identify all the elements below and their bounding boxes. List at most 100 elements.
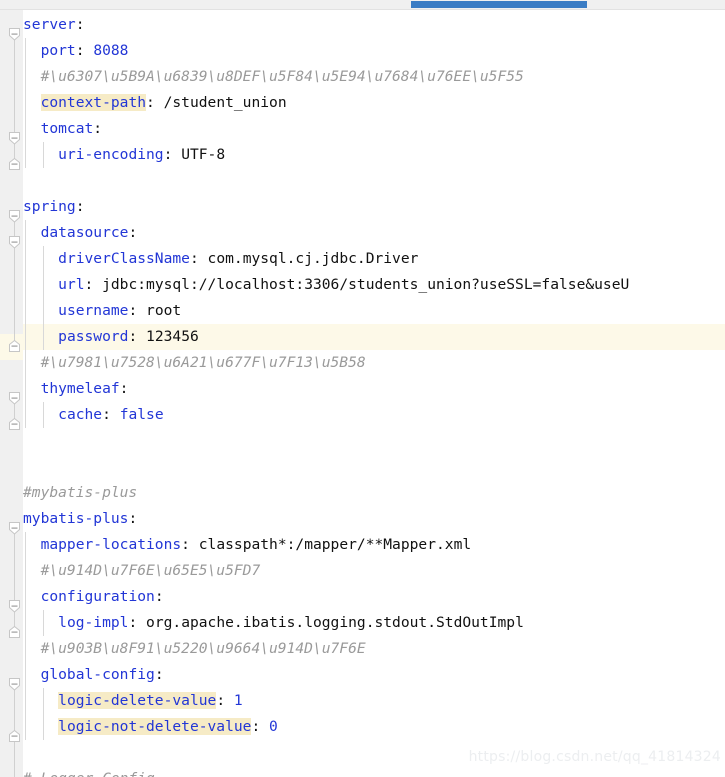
fold-end-icon[interactable] <box>8 729 21 744</box>
code-comment: # Logger Config <box>23 770 155 777</box>
indent-guide <box>25 220 26 428</box>
code-line[interactable]: username: root <box>23 298 725 324</box>
yaml-value: 0 <box>269 718 278 735</box>
code-line[interactable]: thymeleaf: <box>23 376 725 402</box>
indent-guide <box>43 142 44 168</box>
yaml-colon: : <box>128 328 138 345</box>
code-line[interactable]: tomcat: <box>23 116 725 142</box>
code-line[interactable] <box>23 454 725 480</box>
yaml-key: url <box>58 276 85 293</box>
yaml-key: context-path <box>40 94 147 111</box>
yaml-key: server <box>23 16 76 33</box>
code-line[interactable]: #mybatis-plus <box>23 480 725 506</box>
yaml-key: mybatis-plus <box>23 510 129 527</box>
yaml-key: logic-not-delete-value <box>58 718 252 735</box>
code-line[interactable]: url: jdbc:mysql://localhost:3306/student… <box>23 272 725 298</box>
yaml-colon: : <box>154 666 164 683</box>
yaml-colon: : <box>146 94 155 111</box>
horizontal-scrollbar-thumb[interactable] <box>411 1 587 8</box>
fold-collapse-icon[interactable] <box>8 677 21 692</box>
fold-shape-icon <box>9 236 20 249</box>
code-line[interactable]: uri-encoding: UTF-8 <box>23 142 725 168</box>
yaml-key: log-impl <box>58 614 129 631</box>
yaml-colon: : <box>181 536 190 553</box>
code-comment: #mybatis-plus <box>23 484 138 501</box>
code-content[interactable]: server: port: 8088 #\u6307\u5B9A\u6839\u… <box>23 10 725 777</box>
fold-collapse-icon[interactable] <box>8 521 21 536</box>
yaml-colon: : <box>189 250 199 267</box>
fold-shape-icon <box>9 678 20 691</box>
fold-shape-icon <box>9 210 20 223</box>
fold-end-icon[interactable] <box>8 157 21 172</box>
code-line[interactable]: cache: false <box>23 402 725 428</box>
fold-collapse-icon[interactable] <box>8 209 21 224</box>
yaml-colon: : <box>128 224 138 241</box>
code-line[interactable]: password: 123456 <box>23 324 725 350</box>
fold-rail <box>14 522 15 634</box>
code-line[interactable]: # Logger Config <box>23 766 725 777</box>
yaml-key: password <box>58 328 129 345</box>
yaml-colon: : <box>75 16 85 33</box>
yaml-colon: : <box>216 692 226 709</box>
code-line[interactable]: log-impl: org.apache.ibatis.logging.stdo… <box>23 610 725 636</box>
fold-shape-icon <box>9 339 20 352</box>
code-line[interactable]: server: <box>23 12 725 38</box>
yaml-value: UTF-8 <box>181 146 226 163</box>
code-editor[interactable]: server: port: 8088 #\u6307\u5B9A\u6839\u… <box>0 10 725 777</box>
yaml-value: 123456 <box>146 328 199 345</box>
code-comment: #\u903B\u8F91\u5220\u9664\u914D\u7F6E <box>40 640 366 657</box>
code-line[interactable]: configuration: <box>23 584 725 610</box>
yaml-colon: : <box>128 510 138 527</box>
indent-guide <box>25 38 26 168</box>
code-line[interactable]: #\u903B\u8F91\u5220\u9664\u914D\u7F6E <box>23 636 725 662</box>
indent-guide <box>43 246 44 350</box>
yaml-colon: : <box>75 42 85 59</box>
yaml-key: spring <box>23 198 76 215</box>
code-line[interactable] <box>23 168 725 194</box>
fold-shape-icon <box>9 132 20 145</box>
horizontal-scrollbar-track[interactable] <box>0 0 725 10</box>
yaml-colon: : <box>93 120 103 137</box>
code-line[interactable]: mapper-locations: classpath*:/mapper/**M… <box>23 532 725 558</box>
code-line[interactable]: global-config: <box>23 662 725 688</box>
fold-rail <box>14 210 15 348</box>
code-line[interactable]: context-path: /student_union <box>23 90 725 116</box>
fold-end-icon[interactable] <box>8 339 21 354</box>
code-comment: #\u914D\u7F6E\u65E5\u5FD7 <box>40 562 261 579</box>
fold-shape-icon <box>9 28 20 41</box>
yaml-key: configuration <box>40 588 155 605</box>
code-line[interactable]: datasource: <box>23 220 725 246</box>
fold-end-icon[interactable] <box>8 417 21 432</box>
fold-shape-icon <box>9 729 20 742</box>
yaml-value: /student_union <box>163 94 287 111</box>
yaml-key: logic-delete-value <box>58 692 217 709</box>
yaml-value: 1 <box>233 692 243 709</box>
indent-guide <box>43 688 44 740</box>
yaml-colon: : <box>154 588 164 605</box>
fold-end-icon[interactable] <box>8 625 21 640</box>
fold-collapse-icon[interactable] <box>8 391 21 406</box>
code-line[interactable]: port: 8088 <box>23 38 725 64</box>
fold-shape-icon <box>9 522 20 535</box>
yaml-colon: : <box>163 146 173 163</box>
yaml-key: tomcat <box>40 120 94 137</box>
code-line[interactable] <box>23 428 725 454</box>
indent-guide <box>43 402 44 428</box>
code-line[interactable]: mybatis-plus: <box>23 506 725 532</box>
fold-shape-icon <box>9 157 20 170</box>
yaml-value: org.apache.ibatis.logging.stdout.StdOutI… <box>146 614 524 631</box>
code-line[interactable]: spring: <box>23 194 725 220</box>
code-line[interactable]: #\u7981\u7528\u6A21\u677F\u7F13\u5B58 <box>23 350 725 376</box>
fold-shape-icon <box>9 600 20 613</box>
yaml-colon: : <box>75 198 85 215</box>
fold-collapse-icon[interactable] <box>8 599 21 614</box>
code-line[interactable]: logic-delete-value: 1 <box>23 688 725 714</box>
fold-collapse-icon[interactable] <box>8 27 21 42</box>
code-line[interactable]: #\u6307\u5B9A\u6839\u8DEF\u5F84\u5E94\u7… <box>23 64 725 90</box>
code-line[interactable]: logic-not-delete-value: 0 <box>23 714 725 740</box>
code-line[interactable]: driverClassName: com.mysql.cj.jdbc.Drive… <box>23 246 725 272</box>
code-line[interactable]: #\u914D\u7F6E\u65E5\u5FD7 <box>23 558 725 584</box>
yaml-key: port <box>40 42 76 59</box>
fold-collapse-icon[interactable] <box>8 131 21 146</box>
fold-collapse-icon[interactable] <box>8 235 21 250</box>
